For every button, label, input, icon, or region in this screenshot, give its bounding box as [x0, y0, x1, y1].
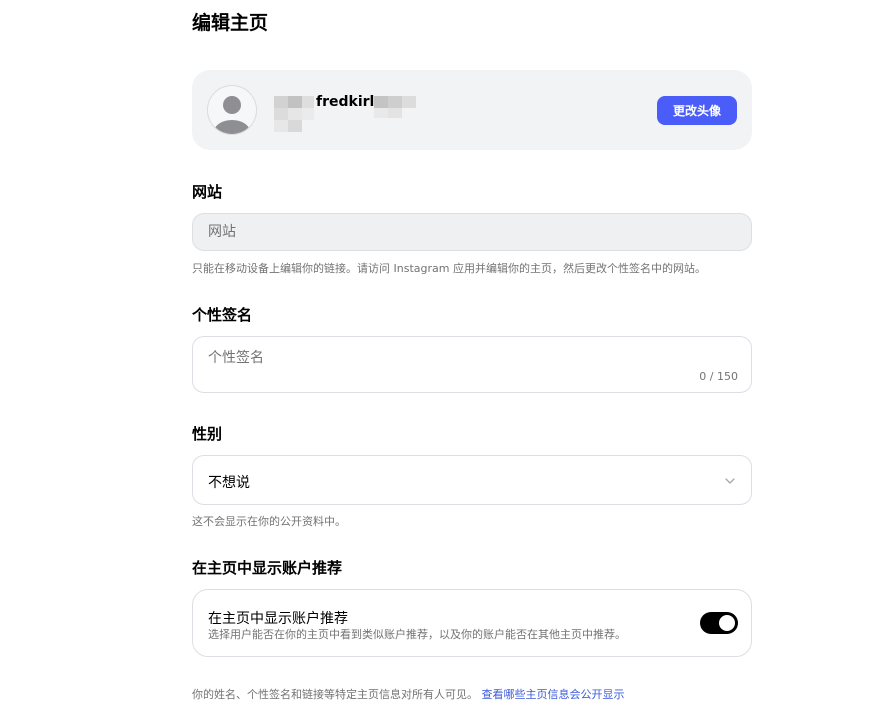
suggestions-toggle-title: 在主页中显示账户推荐 [208, 611, 348, 627]
gender-help-text: 这不会显示在你的公开资料中。 [192, 515, 346, 528]
gender-label: 性别 [192, 425, 223, 443]
public-info-link[interactable]: 查看哪些主页信息会公开显示 [482, 688, 625, 701]
website-input[interactable] [192, 213, 752, 251]
toggle-knob [719, 615, 735, 631]
chevron-down-icon [725, 478, 735, 484]
suggestions-card: 在主页中显示账户推荐 选择用户能否在你的主页中看到类似账户推荐，以及你的账户能否… [192, 589, 752, 657]
website-label: 网站 [192, 183, 223, 201]
username: fredkirl [316, 94, 375, 110]
suggestions-toggle-description: 选择用户能否在你的主页中看到类似账户推荐，以及你的账户能否在其他主页中推荐。 [208, 628, 626, 641]
page-title: 编辑主页 [192, 12, 269, 34]
bio-label: 个性签名 [192, 306, 253, 324]
bio-char-counter: 0 / 150 [699, 370, 738, 383]
footer-note-text: 你的姓名、个性签名和链接等特定主页信息对所有人可见。 [192, 688, 478, 701]
change-avatar-button[interactable]: 更改头像 [657, 96, 737, 125]
suggestions-toggle-switch[interactable] [700, 612, 738, 634]
avatar[interactable] [207, 85, 257, 135]
bio-textarea[interactable]: 个性签名 0 / 150 [192, 336, 752, 393]
gender-select[interactable]: 不想说 [192, 455, 752, 505]
suggestions-section-label: 在主页中显示账户推荐 [192, 559, 343, 577]
default-avatar-icon [214, 96, 250, 134]
profile-card: fredkirl 更改头像 [192, 70, 752, 150]
footer-note: 你的姓名、个性签名和链接等特定主页信息对所有人可见。 查看哪些主页信息会公开显示 [192, 686, 625, 702]
bio-placeholder: 个性签名 [208, 350, 264, 366]
website-help-text: 只能在移动设备上编辑你的链接。请访问 Instagram 应用并编辑你的主页，然… [192, 262, 706, 275]
gender-selected-value: 不想说 [208, 475, 250, 491]
